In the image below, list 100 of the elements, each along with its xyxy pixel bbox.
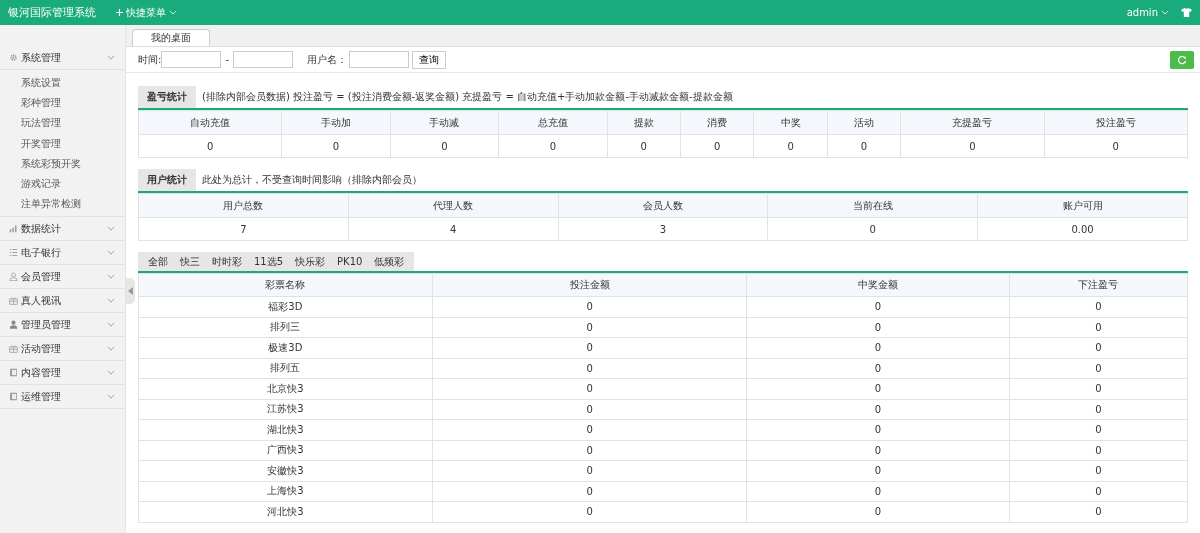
section-note: (排除内部会员数据) 投注盈亏 = (投注消费金额-返奖金额) 充提盈亏 = 自动充值+手动加款金额-手动减款金额-提款金额 (202, 90, 733, 104)
menu-group[interactable]: 活动管理 (0, 337, 125, 362)
table-cell: 0 (900, 134, 1045, 158)
table-cell: 0 (390, 134, 499, 158)
lottery-tab[interactable]: 快乐彩 (289, 252, 332, 271)
table-cell: 7 (138, 217, 349, 241)
table-cell: 0 (746, 296, 1010, 317)
lottery-tab[interactable]: 快三 (174, 252, 206, 271)
table-cell: 0 (138, 134, 282, 158)
menu-group[interactable]: 会员管理 (0, 265, 125, 290)
table-cell: 0 (746, 378, 1010, 399)
column-header: 充提盈亏 (900, 110, 1045, 135)
table-cell: 排列三 (138, 317, 433, 338)
username-label: 用户名： (307, 52, 347, 67)
table-cell: 0 (746, 419, 1010, 440)
menu-group[interactable]: 数据统计 (0, 216, 125, 242)
menu-group[interactable]: 电子银行 (0, 241, 125, 266)
column-header: 账户可用 (977, 193, 1188, 218)
page-tab[interactable]: 我的桌面 (132, 29, 210, 46)
table-cell: 0 (1009, 296, 1188, 317)
table-cell: 0 (746, 399, 1010, 420)
table-cell: 0 (746, 501, 1010, 522)
table-cell: 0 (432, 440, 747, 461)
menu-group[interactable]: 内容管理 (0, 361, 125, 386)
table-cell: 福彩3D (138, 296, 433, 317)
lottery-tab[interactable]: 全部 (138, 252, 174, 271)
table-cell: 0 (1009, 358, 1188, 379)
time-label: 时间: (138, 52, 162, 67)
table-cell: 0 (607, 134, 681, 158)
menu-item[interactable]: 游戏记录 (0, 173, 125, 195)
section-title: 用户统计 (138, 169, 196, 191)
table-cell: 0 (432, 317, 747, 338)
table-cell: 广西快3 (138, 440, 433, 461)
menu-item[interactable]: 系统设置 (0, 73, 125, 94)
lottery-tab[interactable]: 11选5 (248, 252, 290, 271)
column-header: 下注盈亏 (1009, 273, 1188, 297)
lottery-tab[interactable]: PK10 (331, 252, 369, 271)
column-header: 中奖金额 (746, 273, 1010, 297)
table-cell: 0 (746, 317, 1010, 338)
table-cell: 极速3D (138, 337, 433, 358)
lottery-tab[interactable]: 时时彩 (206, 252, 248, 271)
table-cell: 0 (498, 134, 608, 158)
column-header: 会员人数 (558, 193, 768, 218)
menu-item[interactable]: 彩种管理 (0, 93, 125, 114)
table-cell: 安徽快3 (138, 460, 433, 481)
table-cell: 0 (281, 134, 391, 158)
menu-item[interactable]: 注单异常检测 (0, 194, 125, 215)
menu-group[interactable]: 真人视讯 (0, 289, 125, 314)
table-cell: 0 (1009, 501, 1188, 522)
column-header: 消费 (680, 110, 754, 135)
table-cell: 0 (753, 134, 828, 158)
column-header: 手动加 (281, 110, 391, 135)
column-header: 当前在线 (767, 193, 978, 218)
table-cell: 湖北快3 (138, 419, 433, 440)
table-cell: 0 (1009, 419, 1188, 440)
table-cell: 0 (432, 296, 747, 317)
table-cell: 0 (746, 358, 1010, 379)
app-title: 银河国际管理系统 (8, 5, 96, 20)
table-cell: 0 (680, 134, 754, 158)
lottery-tab[interactable]: 低频彩 (368, 252, 415, 271)
table-cell: 0 (1009, 440, 1188, 461)
table-cell: 0 (1009, 337, 1188, 358)
column-header: 中奖 (753, 110, 828, 135)
table-cell: 0 (746, 460, 1010, 481)
section-note: 此处为总计，不受查询时间影响（排除内部会员） (202, 173, 422, 187)
table-cell: 上海快3 (138, 481, 433, 502)
table-cell: 0 (432, 481, 747, 502)
menu-item[interactable]: 开奖管理 (0, 133, 125, 154)
column-header: 总充值 (498, 110, 608, 135)
column-header: 提款 (607, 110, 681, 135)
menu-item[interactable]: 玩法管理 (0, 113, 125, 134)
column-header: 自动充值 (138, 110, 282, 135)
table-cell: 0 (432, 501, 747, 522)
column-header: 投注盈亏 (1044, 110, 1188, 135)
table-cell: 0 (746, 481, 1010, 502)
table-cell: 0 (432, 399, 747, 420)
query-button[interactable]: 查询 (412, 50, 446, 69)
separator: - (225, 54, 229, 65)
table-cell: 0 (746, 440, 1010, 461)
column-header: 活动 (827, 110, 901, 135)
table-cell: 排列五 (138, 358, 433, 379)
table-cell: 0 (1009, 481, 1188, 502)
table-cell: 0.00 (977, 217, 1188, 241)
menu-item[interactable]: 系统彩预开奖 (0, 153, 125, 174)
table-cell: 0 (827, 134, 901, 158)
table-cell: 0 (1009, 378, 1188, 399)
table-cell: 0 (767, 217, 978, 241)
table-cell: 0 (432, 358, 747, 379)
menu-group[interactable]: 运维管理 (0, 385, 125, 410)
table-cell: 0 (1009, 460, 1188, 481)
table-cell: 3 (558, 217, 768, 241)
menu-group[interactable]: 系统管理 (0, 46, 125, 70)
table-cell: 0 (432, 460, 747, 481)
table-cell: 0 (432, 337, 747, 358)
table-cell: 0 (1044, 134, 1188, 158)
table-cell: 0 (746, 337, 1010, 358)
table-cell: 0 (432, 378, 747, 399)
menu-group[interactable]: 管理员管理 (0, 313, 125, 338)
table-cell: 北京快3 (138, 378, 433, 399)
table-cell: 0 (1009, 399, 1188, 420)
